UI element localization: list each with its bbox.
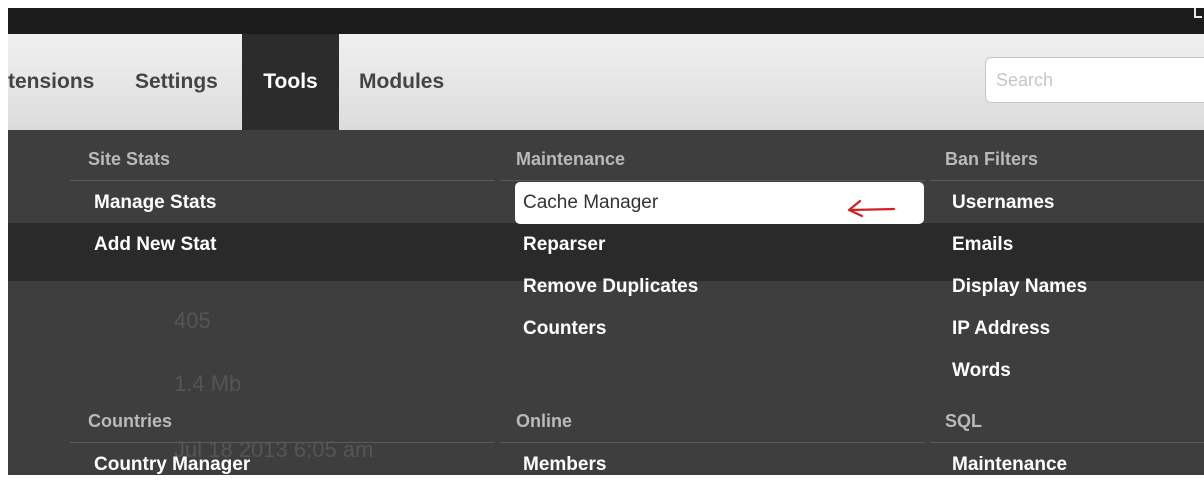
menu-item-sql-maintenance[interactable]: Maintenance [952,444,1067,486]
search-input[interactable] [985,57,1204,103]
section-divider [70,442,495,443]
menu-item-emails[interactable]: Emails [952,224,1013,266]
corner-icon [1194,8,1202,18]
annotation-arrow-icon [847,199,896,218]
section-divider [930,180,1204,181]
top-bar [8,8,1204,34]
menu-item-remove-duplicates[interactable]: Remove Duplicates [523,266,698,308]
menu-item-add-new-stat[interactable]: Add New Stat [94,224,216,266]
section-title-countries: Countries [88,411,173,431]
tab-settings[interactable]: Settings [135,34,218,130]
section-title-sql: SQL [945,411,983,431]
section-title-ban-filters: Ban Filters [945,149,1039,169]
menu-item-words[interactable]: Words [952,350,1011,392]
menu-item-counters[interactable]: Counters [523,308,606,350]
section-title-online: Online [516,411,573,431]
section-title-site-stats: Site Stats [88,149,171,169]
background-value: 405 [174,308,211,333]
section-divider [500,180,925,181]
section-title-maintenance: Maintenance [516,149,626,169]
menu-item-usernames[interactable]: Usernames [952,182,1054,224]
section-divider [500,442,925,443]
menu-item-display-names[interactable]: Display Names [952,266,1087,308]
section-divider [70,180,495,181]
tab-extensions[interactable]: tensions [8,34,94,130]
section-divider [930,442,1204,443]
menu-item-country-manager[interactable]: Country Manager [94,444,250,486]
menu-item-ip-address[interactable]: IP Address [952,308,1050,350]
tab-modules[interactable]: Modules [359,34,444,130]
menu-item-manage-stats[interactable]: Manage Stats [94,182,216,224]
menu-item-members[interactable]: Members [523,444,606,486]
background-value: 1.4 Mb [174,371,242,396]
menu-item-reparser[interactable]: Reparser [523,224,605,266]
tab-tools[interactable]: Tools [242,34,339,130]
